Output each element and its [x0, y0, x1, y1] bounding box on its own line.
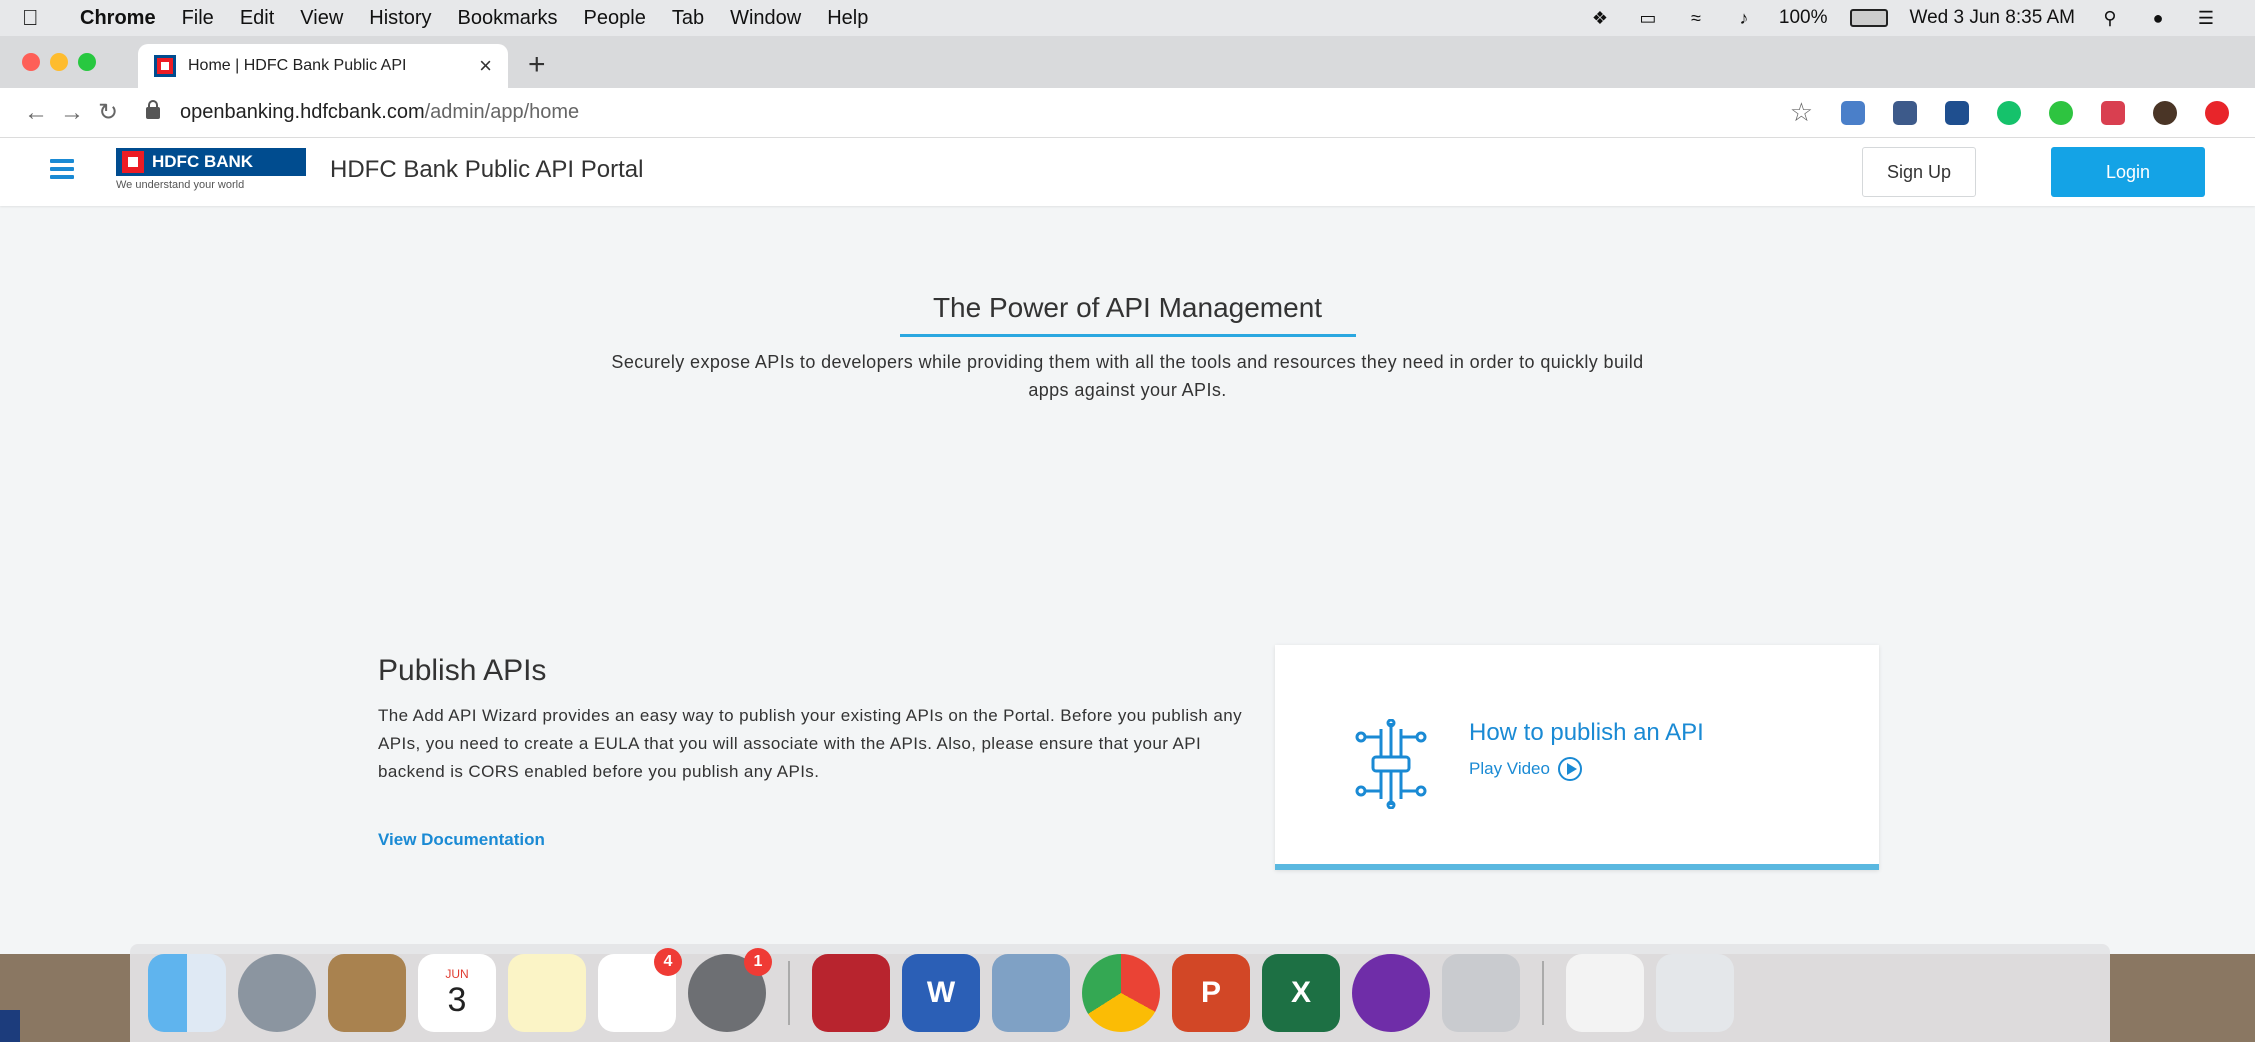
contacts-icon[interactable] [328, 954, 406, 1032]
finder-icon[interactable] [148, 954, 226, 1032]
dropbox-icon[interactable]: ❖ [1587, 8, 1613, 28]
back-arrow-icon[interactable]: ← [18, 99, 54, 127]
hero-title: The Power of API Management [932, 292, 1323, 323]
view-documentation-link[interactable]: View Documentation [378, 830, 545, 850]
menu-tab[interactable]: Tab [672, 7, 704, 30]
document-stack-icon[interactable] [1566, 954, 1644, 1032]
calendar-icon[interactable]: JUN 3 [418, 954, 496, 1032]
trash-icon[interactable] [1656, 954, 1734, 1032]
zoom-window-button[interactable] [78, 53, 96, 71]
portal-title: HDFC Bank Public API Portal [330, 156, 644, 183]
battery-icon[interactable] [1849, 9, 1888, 27]
tab-close-icon[interactable]: × [479, 53, 492, 79]
forward-arrow-icon[interactable]: → [54, 99, 90, 127]
extension-icon-3[interactable] [1945, 100, 1969, 125]
extension-icon-6[interactable] [2101, 100, 2125, 125]
extensions-area: ☆ [1790, 97, 2229, 128]
microsoft-word-icon[interactable]: W [902, 954, 980, 1032]
extension-icon-5[interactable] [2049, 100, 2073, 125]
minimize-window-button[interactable] [50, 53, 68, 71]
api-circuit-icon [1355, 719, 1427, 809]
tor-browser-icon[interactable] [1352, 954, 1430, 1032]
login-button[interactable]: Login [2051, 147, 2205, 197]
profile-avatar[interactable] [2153, 100, 2177, 125]
clock[interactable]: Wed 3 Jun 8:35 AM [1910, 7, 2075, 29]
notification-center-icon[interactable]: ☰ [2193, 8, 2219, 28]
window-controls [22, 53, 96, 71]
preview-icon[interactable] [992, 954, 1070, 1032]
close-window-button[interactable] [22, 53, 40, 71]
extension-icon-2[interactable] [1893, 100, 1917, 125]
url-host: openbanking.hdfcbank.com [180, 101, 425, 123]
url-path: /admin/app/home [424, 101, 580, 123]
menu-edit[interactable]: Edit [240, 7, 274, 30]
menu-help[interactable]: Help [827, 7, 868, 30]
bookmark-star-icon[interactable]: ☆ [1790, 97, 1813, 128]
browser-toolbar: ← → ↻ openbanking.hdfcbank.com /admin/ap… [0, 88, 2255, 138]
calendar-month: JUN [445, 966, 469, 981]
wifi-icon[interactable]: ≈ [1683, 8, 1709, 28]
address-bar[interactable]: openbanking.hdfcbank.com /admin/app/home [146, 95, 1786, 131]
video-card-title[interactable]: How to publish an API [1469, 719, 1704, 747]
menu-people[interactable]: People [584, 7, 646, 30]
browser-tab-bar: Home | HDFC Bank Public API × + [0, 36, 2255, 88]
publish-apis-title: Publish APIs [378, 654, 547, 687]
menu-bookmarks[interactable]: Bookmarks [458, 7, 558, 30]
menu-app-chrome[interactable]: Chrome [80, 7, 156, 30]
menu-view[interactable]: View [300, 7, 343, 30]
siri-icon[interactable]: ● [2145, 8, 2171, 28]
microsoft-excel-icon[interactable]: X [1262, 954, 1340, 1032]
hero-description: Securely expose APIs to developers while… [611, 352, 1644, 400]
sign-up-button[interactable]: Sign Up [1862, 147, 1976, 197]
airplay-icon[interactable]: ▭ [1635, 8, 1661, 28]
reminders-badge: 4 [654, 948, 682, 976]
how-to-publish-video-card[interactable]: How to publish an API Play Video [1275, 645, 1879, 870]
system-preferences-icon[interactable]: 1 [688, 948, 772, 1032]
menu-file[interactable]: File [182, 7, 214, 30]
hdfc-logo-mark-icon [122, 151, 144, 173]
apple-icon[interactable]:  [22, 5, 52, 31]
reminders-icon[interactable]: 4 [598, 948, 682, 1032]
dock-separator-2 [1542, 961, 1544, 1025]
grammarly-icon[interactable] [1997, 100, 2021, 125]
mendeley-icon[interactable] [812, 954, 890, 1032]
desktop-background-edge [0, 1010, 20, 1042]
logo-text: HDFC BANK [152, 152, 254, 171]
microsoft-powerpoint-icon[interactable]: P [1172, 954, 1250, 1032]
new-tab-button[interactable]: + [528, 48, 546, 82]
spotlight-search-icon[interactable]: ⚲ [2097, 8, 2123, 28]
lock-icon[interactable] [146, 99, 160, 119]
hdfc-favicon-icon [154, 55, 176, 77]
play-video-link[interactable]: Play Video [1469, 757, 1582, 781]
chrome-icon[interactable] [1082, 954, 1160, 1032]
printer-icon[interactable] [1442, 954, 1520, 1032]
menubar-status-area: ❖ ▭ ≈ ♪ 100% Wed 3 Jun 8:35 AM ⚲ ● ☰ [1587, 7, 2219, 29]
volume-icon[interactable]: ♪ [1731, 8, 1757, 28]
menu-window[interactable]: Window [730, 7, 801, 30]
opera-icon[interactable] [2205, 100, 2229, 125]
logo-tagline: We understand your world [116, 179, 245, 191]
tab-title: Home | HDFC Bank Public API [188, 57, 407, 74]
play-video-label: Play Video [1469, 759, 1550, 778]
hamburger-menu-icon[interactable] [50, 159, 74, 179]
battery-percentage: 100% [1778, 7, 1828, 28]
reload-icon[interactable]: ↻ [90, 98, 126, 127]
macos-dock: JUN 3 4 1 W P X [130, 944, 2110, 1042]
dock-separator [788, 961, 790, 1025]
launchpad-icon[interactable] [238, 954, 316, 1032]
macos-menubar:  Chrome File Edit View History Bookmark… [0, 0, 2255, 36]
play-circle-icon[interactable] [1557, 757, 1582, 781]
system-preferences-badge: 1 [744, 948, 772, 976]
site-header: HDFC BANK We understand your world HDFC … [0, 138, 2255, 206]
hdfc-logo[interactable]: HDFC BANK We understand your world [116, 148, 306, 196]
menu-history[interactable]: History [369, 7, 431, 30]
notes-icon[interactable] [508, 954, 586, 1032]
hero-title-underline [900, 334, 1356, 337]
extension-icon-1[interactable] [1841, 100, 1865, 125]
browser-tab-active[interactable]: Home | HDFC Bank Public API × [138, 44, 508, 88]
calendar-day: 3 [447, 980, 467, 1019]
publish-apis-description: The Add API Wizard provides an easy way … [378, 706, 1242, 781]
